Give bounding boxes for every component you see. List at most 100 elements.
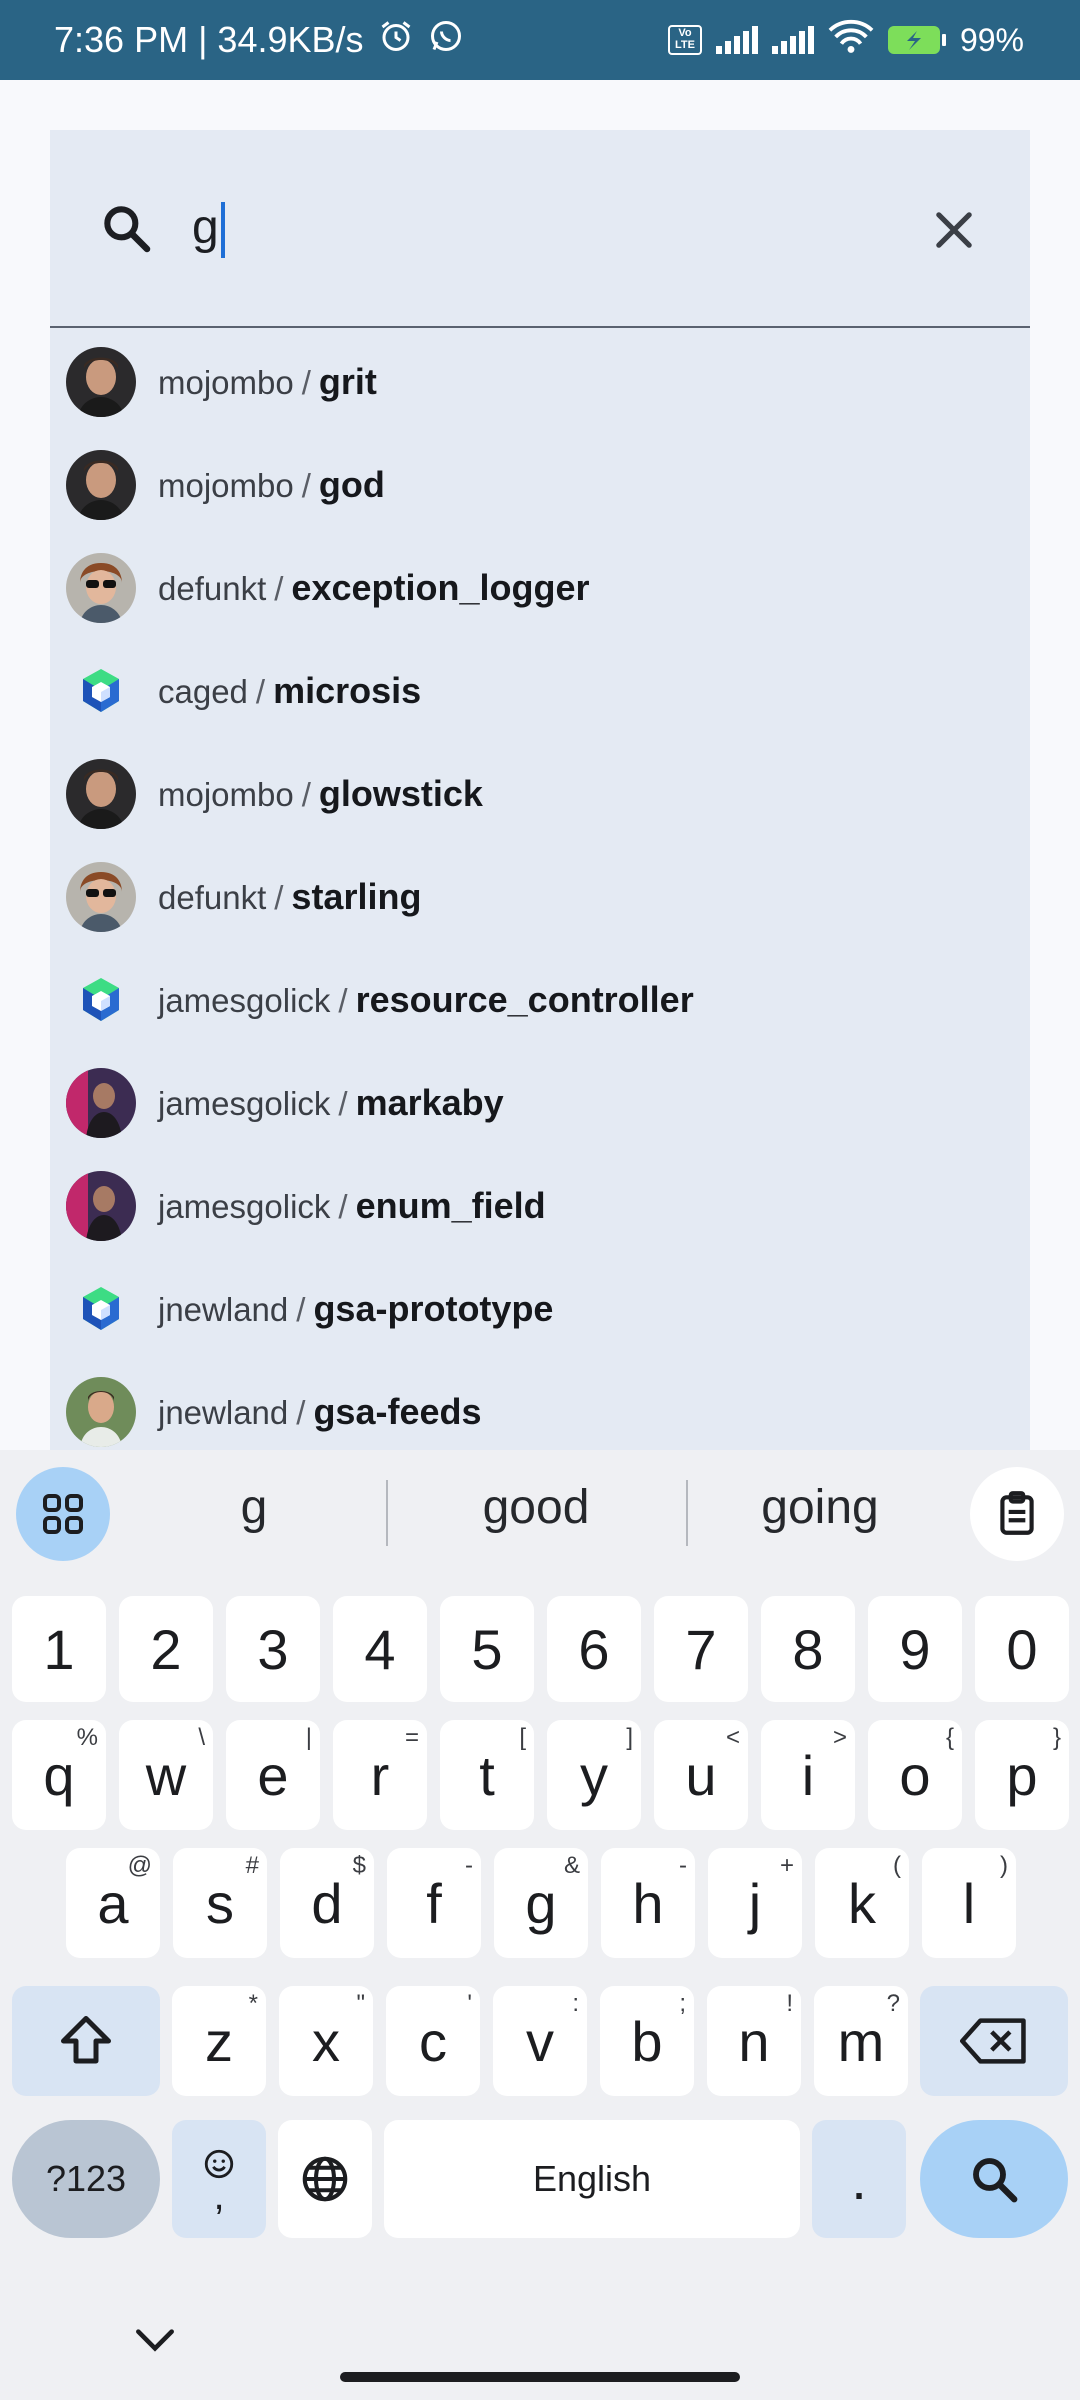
result-row[interactable]: caged / microsis (50, 639, 1030, 742)
key-a[interactable]: a @ (66, 1848, 160, 1958)
key-p[interactable]: p} (975, 1720, 1069, 1830)
backspace-key[interactable] (920, 1986, 1068, 2096)
search-input[interactable]: g (192, 196, 225, 260)
key-l[interactable]: l) (922, 1848, 1016, 1958)
key-label: y (580, 1743, 608, 1807)
key-m[interactable]: m? (814, 1986, 908, 2096)
result-row[interactable]: mojombo / grit (50, 330, 1030, 433)
shift-key[interactable] (12, 1986, 160, 2096)
key-4[interactable]: 4 (333, 1596, 427, 1702)
key-7[interactable]: 7 (654, 1596, 748, 1702)
key-8[interactable]: 8 (761, 1596, 855, 1702)
key-f[interactable]: f- (387, 1848, 481, 1958)
key-label: f (426, 1871, 442, 1935)
key-d[interactable]: d $ (280, 1848, 374, 1958)
key-n[interactable]: n! (707, 1986, 801, 2096)
repo-label: caged / microsis (158, 670, 421, 712)
status-time-speed: 7:36 PM | 34.9KB/s (54, 19, 364, 60)
key-h[interactable]: h- (601, 1848, 695, 1958)
key-hint: # (245, 1852, 259, 1879)
key-label: 0 (1006, 1617, 1038, 1681)
key-label: u (685, 1743, 717, 1807)
key-label: 5 (471, 1617, 503, 1681)
key-x[interactable]: x " (279, 1986, 373, 2096)
key-3[interactable]: 3 (226, 1596, 320, 1702)
key-hint: = (404, 1724, 419, 1751)
key-hint: ' (467, 1990, 472, 2017)
key-5[interactable]: 5 (440, 1596, 534, 1702)
key-u[interactable]: u < (654, 1720, 748, 1830)
key-hint: [ (519, 1724, 526, 1751)
key-b[interactable]: b; (600, 1986, 694, 2096)
repo-label: jnewland / gsa-feeds (158, 1391, 482, 1433)
result-row[interactable]: defunkt / starling (50, 845, 1030, 948)
key-label: z (205, 2009, 233, 2073)
key-0[interactable]: 0 (975, 1596, 1069, 1702)
key-label: a (97, 1871, 129, 1935)
key-hint: } (1052, 1724, 1061, 1751)
result-row[interactable]: jamesgolick / enum_field (50, 1154, 1030, 1257)
results-list: mojombo / grit mojombo / god defunkt / exception… (50, 330, 1030, 1463)
key-g[interactable]: g & (494, 1848, 588, 1958)
key-w[interactable]: w \ (119, 1720, 213, 1830)
key-c[interactable]: c ' (386, 1986, 480, 2096)
key-hint: ! (786, 1990, 793, 2017)
key-e[interactable]: e | (226, 1720, 320, 1830)
key-y[interactable]: y] (547, 1720, 641, 1830)
key-hint: % (76, 1724, 98, 1751)
result-row[interactable]: mojombo / god (50, 433, 1030, 536)
repo-owner: jnewland (158, 1393, 289, 1431)
key-label: k (848, 1871, 876, 1935)
space-key[interactable]: English (384, 2120, 800, 2238)
result-row[interactable]: jamesgolick / resource_controller (50, 948, 1030, 1051)
suggestion-1[interactable]: g (134, 1480, 374, 1535)
key-label: d (311, 1871, 343, 1935)
backspace-icon (960, 2018, 1026, 2064)
emoji-comma-key[interactable]: , (172, 2120, 266, 2238)
key-label: j (748, 1871, 762, 1935)
avatar (66, 346, 136, 417)
suggestion-2[interactable]: good (416, 1480, 656, 1535)
repo-name: grit (318, 360, 377, 402)
chevron-down-icon[interactable] (130, 2320, 180, 2360)
gesture-nav-handle[interactable] (340, 2372, 740, 2382)
key-label: 3 (257, 1617, 289, 1681)
key-r[interactable]: r = (333, 1720, 427, 1830)
key-9[interactable]: 9 (868, 1596, 962, 1702)
suggestion-3[interactable]: going (700, 1480, 940, 1535)
search-action-key[interactable] (920, 2120, 1068, 2238)
close-icon[interactable] (928, 204, 980, 256)
result-row[interactable]: jamesgolick / markaby (50, 1051, 1030, 1154)
key-hint: \ (198, 1724, 205, 1751)
search-panel: g mojombo / grit mojombo / god defunkt / excepti… (50, 130, 1030, 1450)
key-z[interactable]: z * (172, 1986, 266, 2096)
repo-separator: / (301, 775, 311, 813)
key-j[interactable]: j + (708, 1848, 802, 1958)
period-key[interactable]: . (812, 2120, 906, 2238)
key-t[interactable]: t[ (440, 1720, 534, 1830)
key-hint: & (563, 1852, 580, 1879)
key-2[interactable]: 2 (119, 1596, 213, 1702)
key-1[interactable]: 1 (12, 1596, 106, 1702)
key-o[interactable]: o{ (868, 1720, 962, 1830)
search-bar[interactable]: g (50, 130, 1030, 328)
key-k[interactable]: k( (815, 1848, 909, 1958)
key-v[interactable]: v: (493, 1986, 587, 2096)
result-row[interactable]: jnewland / gsa-prototype (50, 1257, 1030, 1360)
key-label: r (370, 1743, 390, 1807)
result-row[interactable]: jnewland / gsa-feeds (50, 1360, 1030, 1463)
key-s[interactable]: s # (173, 1848, 267, 1958)
clipboard-button[interactable] (970, 1467, 1064, 1561)
key-6[interactable]: 6 (547, 1596, 641, 1702)
key-i[interactable]: i > (761, 1720, 855, 1830)
result-row[interactable]: mojombo / glowstick (50, 742, 1030, 845)
signal-icon-2 (771, 26, 814, 54)
symbols-key[interactable]: ?123 (12, 2120, 160, 2238)
key-hint: ( (893, 1852, 901, 1879)
key-hint: * (248, 1990, 258, 2017)
language-key[interactable] (278, 2120, 372, 2238)
keyboard-apps-button[interactable] (16, 1467, 110, 1561)
result-row[interactable]: defunkt / exception_logger (50, 536, 1030, 639)
key-q[interactable]: q% (12, 1720, 106, 1830)
repo-separator: / (296, 1290, 306, 1328)
